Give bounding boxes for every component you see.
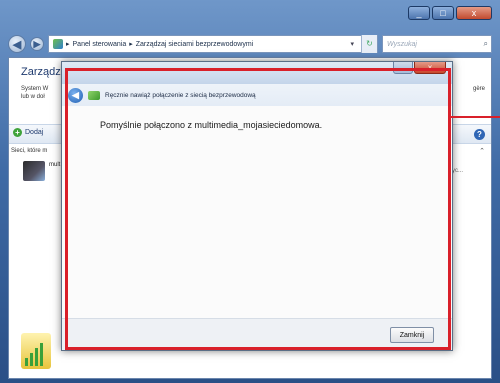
dialog-header: ◀ Ręcznie nawiąż połączenie z siecią bez… <box>62 84 452 106</box>
minimize-button[interactable]: _ <box>408 6 430 20</box>
outer-title-bar: _ □ x <box>0 0 500 30</box>
wireless-network-icon[interactable] <box>23 161 45 181</box>
description-text: lub w doł <box>21 94 45 100</box>
signal-bar <box>25 358 28 366</box>
dialog-window-controls: x <box>393 62 446 74</box>
back-button[interactable]: ◀ <box>68 87 83 103</box>
breadcrumb-separator: ▸ <box>66 41 70 48</box>
network-list-header: Sieci, które m <box>11 148 48 154</box>
breadcrumb-separator: ▸ <box>129 41 133 48</box>
window-controls: _ □ x <box>408 6 492 20</box>
description-text: System W <box>21 86 49 92</box>
signal-bar <box>35 348 38 366</box>
back-arrow-icon[interactable]: ◀ <box>8 35 26 53</box>
signal-bar <box>30 353 33 366</box>
search-placeholder: Wyszukaj <box>387 40 417 48</box>
close-button[interactable]: Zamknij <box>390 327 434 343</box>
search-input[interactable]: Wyszukaj ⌕ <box>382 35 492 53</box>
add-network-button[interactable]: + Dodaj <box>13 128 43 137</box>
signal-bar <box>40 343 43 366</box>
breadcrumb-manage-wireless[interactable]: Zarządzaj sieciami bezprzewodowymi <box>136 41 254 48</box>
breadcrumb-control-panel[interactable]: Panel sterowania <box>73 41 127 48</box>
collapse-icon[interactable]: ⌃ <box>479 147 485 155</box>
page-title: Zarządz <box>21 66 61 78</box>
wireless-wizard-icon <box>88 90 100 100</box>
dialog-header-title: Ręcznie nawiąż połączenie z siecią bezpr… <box>105 91 256 99</box>
address-dropdown-icon[interactable]: ▾ <box>346 40 358 48</box>
refresh-icon[interactable]: ↻ <box>361 35 377 53</box>
add-button-label: Dodaj <box>25 129 44 136</box>
dialog-footer: Zamknij <box>62 318 452 350</box>
signal-strength-icon <box>21 333 51 369</box>
dialog-minimize-button[interactable] <box>393 62 413 74</box>
plus-icon: + <box>13 128 22 137</box>
forward-arrow-icon[interactable]: ▶ <box>30 37 44 51</box>
dialog-title-bar: x <box>62 62 452 84</box>
dialog-close-button[interactable]: x <box>414 62 446 74</box>
description-text: gère <box>472 86 485 92</box>
control-panel-icon <box>53 39 63 49</box>
wizard-dialog: x ◀ Ręcznie nawiąż połączenie z siecią b… <box>61 61 453 351</box>
address-bar: ◀ ▶ ▸ Panel sterowania ▸ Zarządzaj sieci… <box>8 33 492 55</box>
success-message: Pomyślnie połączono z multimedia_mojasie… <box>100 120 323 130</box>
help-icon[interactable]: ? <box>474 129 485 140</box>
maximize-button[interactable]: □ <box>432 6 454 20</box>
search-icon[interactable]: ⌕ <box>484 39 488 49</box>
network-name[interactable]: mult <box>49 162 60 168</box>
close-window-button[interactable]: x <box>456 6 492 20</box>
address-field[interactable]: ▸ Panel sterowania ▸ Zarządzaj sieciami … <box>48 35 378 53</box>
callout-line <box>450 116 500 118</box>
